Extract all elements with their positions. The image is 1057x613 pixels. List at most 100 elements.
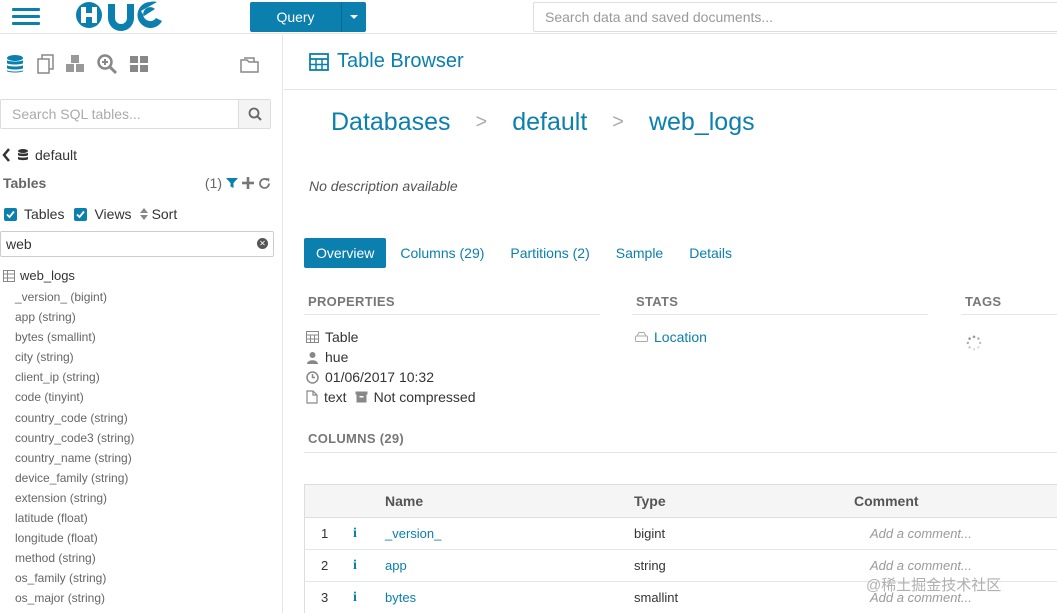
database-name: default (35, 147, 78, 163)
property-type: Table (306, 329, 358, 345)
search-icon (248, 107, 262, 121)
refresh-icon[interactable] (258, 177, 271, 190)
table-row: 1 i _version_ bigint Add a comment... (304, 518, 1057, 550)
database-back-link[interactable]: default (2, 147, 77, 163)
breadcrumb-separator: > (612, 111, 624, 133)
tables-heading-row: Tables (1) (3, 175, 273, 191)
folder-open-icon[interactable] (239, 53, 261, 75)
breadcrumb-default[interactable]: default (512, 108, 587, 137)
table-browser-content: Table Browser Databases > default > web_… (284, 35, 1057, 613)
views-checkbox[interactable] (74, 207, 88, 221)
archive-icon (355, 391, 368, 403)
stats-divider (632, 314, 928, 315)
property-type-value: Table (325, 329, 359, 345)
global-search-input[interactable] (533, 2, 1057, 32)
tags-heading: TAGS (965, 294, 1002, 309)
sort-toggle[interactable]: Sort (139, 206, 177, 222)
header-type[interactable]: Type (634, 485, 666, 517)
table-type-filters: Tables Views Sort (4, 206, 177, 222)
column-name-link[interactable]: bytes (385, 582, 416, 613)
table-item-label: web_logs (20, 268, 75, 283)
clear-filter-icon[interactable]: ✕ (257, 238, 268, 249)
tab-sample[interactable]: Sample (604, 238, 675, 268)
documents-icon[interactable] (35, 53, 57, 75)
top-bar: Query (0, 0, 1057, 34)
table-description[interactable]: No description available (309, 178, 458, 194)
column-list-item[interactable]: code (tinyint) (15, 387, 134, 407)
property-created-value: 01/06/2017 10:32 (325, 369, 434, 385)
database-small-icon (18, 149, 28, 161)
property-owner-value: hue (325, 349, 349, 365)
column-list-item[interactable]: country_name (string) (15, 448, 134, 468)
plus-icon[interactable] (242, 177, 254, 189)
tab-columns[interactable]: Columns (29) (388, 238, 496, 268)
hamburger-menu-icon[interactable] (12, 5, 40, 27)
grid-icon[interactable] (128, 53, 150, 75)
breadcrumb-databases[interactable]: Databases (331, 108, 451, 137)
location-link[interactable]: Location (635, 329, 707, 345)
header-name[interactable]: Name (385, 485, 423, 517)
hue-logo[interactable] (72, 0, 174, 32)
column-list-item[interactable]: os_major (string) (15, 588, 134, 608)
column-list-item[interactable]: country_code (string) (15, 408, 134, 428)
search-button[interactable] (238, 100, 270, 128)
column-list-item[interactable]: country_code3 (string) (15, 428, 134, 448)
column-comment[interactable]: Add a comment... (870, 518, 972, 549)
tables-checkbox[interactable] (4, 207, 17, 221)
property-format: text Not compressed (306, 389, 476, 405)
hdd-icon (635, 332, 648, 342)
info-icon[interactable]: i (353, 518, 357, 549)
tab-bar: Overview Columns (29) Partitions (2) Sam… (304, 238, 746, 268)
file-icon (306, 390, 318, 404)
chevron-left-icon (2, 148, 10, 162)
info-icon[interactable]: i (353, 550, 357, 581)
header-comment[interactable]: Comment (854, 485, 919, 517)
tab-overview[interactable]: Overview (304, 238, 387, 268)
tab-details[interactable]: Details (677, 238, 744, 268)
tab-partitions[interactable]: Partitions (2) (498, 238, 601, 268)
column-list-item[interactable]: bytes (smallint) (15, 327, 134, 347)
row-number: 1 (321, 526, 329, 541)
breadcrumb-web-logs[interactable]: web_logs (649, 108, 755, 137)
property-format-value: text (324, 389, 347, 405)
zoom-in-icon[interactable] (96, 53, 118, 75)
sql-table-search-input[interactable] (1, 100, 239, 128)
column-name-link[interactable]: app (385, 550, 407, 581)
column-list-item[interactable]: longitude (float) (15, 528, 134, 548)
loading-spinner-icon (966, 335, 982, 351)
views-checkbox-label: Views (94, 206, 132, 222)
column-list-item[interactable]: app (string) (15, 307, 134, 327)
info-icon[interactable]: i (353, 582, 357, 613)
column-list-item[interactable]: os_family (string) (15, 568, 134, 588)
query-dropdown-toggle[interactable] (341, 2, 366, 32)
columns-heading: COLUMNS (29) (308, 431, 405, 446)
table-filter-input[interactable] (0, 231, 274, 257)
table-icon (3, 269, 15, 282)
query-button[interactable]: Query (250, 2, 366, 32)
column-name-link[interactable]: _version_ (385, 518, 441, 549)
column-list-item[interactable]: _version_ (bigint) (15, 287, 134, 307)
table-item-web-logs[interactable]: web_logs (3, 268, 75, 283)
sort-icon (139, 208, 148, 220)
column-type: bigint (634, 526, 666, 541)
column-list-item[interactable]: client_ip (string) (15, 367, 134, 387)
row-number: 2 (321, 558, 329, 573)
cubes-icon[interactable] (64, 53, 86, 75)
column-list-item[interactable]: latitude (float) (15, 508, 134, 528)
assist-icon-bar (0, 35, 283, 91)
clock-icon (306, 370, 319, 384)
column-list-item[interactable]: device_family (string) (15, 468, 134, 488)
page-header: Table Browser (284, 35, 1057, 90)
column-list-item[interactable]: method (string) (15, 548, 134, 568)
tables-checkbox-label: Tables (24, 206, 65, 222)
hue-logo-icon (76, 1, 162, 31)
column-list-item[interactable]: city (string) (15, 347, 134, 367)
properties-heading: PROPERTIES (308, 294, 395, 309)
location-label: Location (654, 329, 707, 345)
column-list-item[interactable]: extension (string) (15, 488, 134, 508)
tables-heading: Tables (3, 175, 47, 191)
database-icon[interactable] (4, 53, 26, 75)
breadcrumb-separator: > (475, 111, 488, 133)
filter-icon[interactable] (226, 177, 238, 189)
property-owner: hue (306, 349, 348, 365)
